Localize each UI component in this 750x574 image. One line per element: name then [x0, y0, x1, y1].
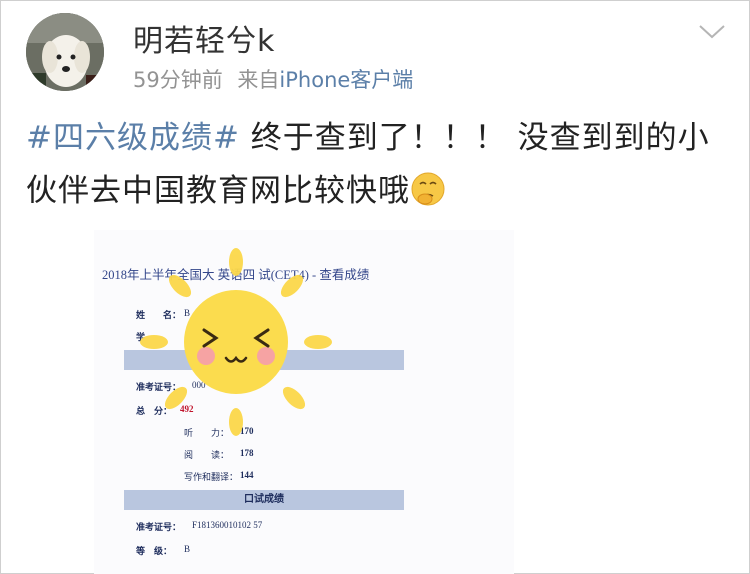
oral-header: 口试成绩: [244, 494, 284, 505]
chevron-down-icon[interactable]: [698, 22, 726, 42]
post-time: 59分钟前: [133, 68, 223, 92]
grade-value: B: [184, 544, 191, 554]
source-prefix: 来自: [237, 68, 280, 92]
writing-value: 144: [240, 470, 254, 480]
reading-label: 阅 读：: [184, 450, 230, 460]
post-meta: 59分钟前 来自iPhone客户端: [133, 64, 413, 94]
post-text: #四六级成绩# 终于查到了！！！ 没查到到的小伙伴去中国教育网比较快哦: [26, 112, 716, 218]
username[interactable]: 明若轻兮k: [133, 16, 275, 60]
thinking-face-emoji-icon: [411, 172, 445, 206]
grade-label: 等 级：: [136, 546, 173, 556]
dog-avatar-image: [26, 13, 104, 91]
reading-value: 178: [240, 448, 254, 458]
oral-result-bar: 口试成绩: [124, 490, 404, 510]
avatar[interactable]: [26, 13, 104, 91]
writing-label: 写作和翻译：: [184, 472, 239, 482]
sun-sticker-icon: [140, 248, 332, 436]
source-client-link[interactable]: iPhone客户端: [279, 68, 413, 92]
oral-ticket-label: 准考证号：: [136, 522, 182, 532]
oral-ticket-value: F181360010102 57: [192, 520, 263, 530]
topic-link[interactable]: #四六级成绩#: [26, 120, 240, 156]
post-photo[interactable]: 2018年上半年全国大 英语四 试(CET4) - 查看成绩 姓 名： B 学 …: [94, 230, 514, 574]
